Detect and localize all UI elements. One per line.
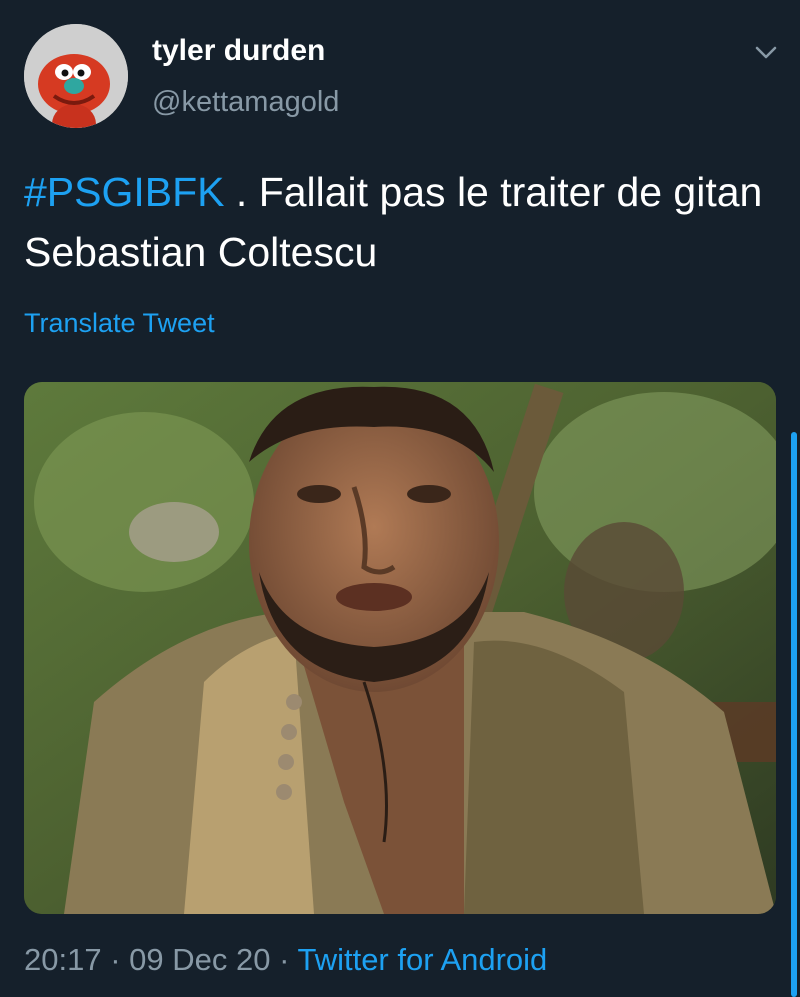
tweet-text: #PSGIBFK . Fallait pas le traiter de git… <box>24 162 784 282</box>
photo-man-bearded-vest-icon <box>24 382 776 914</box>
user-handle[interactable]: @kettamagold <box>152 86 339 119</box>
translate-tweet-link[interactable]: Translate Tweet <box>24 308 215 339</box>
tweet-source-link[interactable]: Twitter for Android <box>297 942 547 977</box>
avatar[interactable] <box>24 24 128 128</box>
meta-separator: · <box>270 942 298 977</box>
tweet-date: 09 Dec 20 <box>129 942 271 977</box>
hashtag-link[interactable]: #PSGIBFK <box>24 169 225 215</box>
meta-separator: · <box>101 942 130 977</box>
tweet-time: 20:17 <box>24 942 102 977</box>
red-muppet-avatar-icon <box>24 24 128 128</box>
tweet-meta: 20:17 · 09 Dec 20 · Twitter for Android <box>24 942 547 978</box>
chevron-down-icon[interactable] <box>748 38 784 68</box>
scroll-indicator[interactable] <box>791 432 797 997</box>
display-name[interactable]: tyler durden <box>152 34 325 68</box>
tweet-detail: tyler durden @kettamagold #PSGIBFK . Fal… <box>0 0 800 997</box>
tweet-media-image[interactable] <box>24 382 776 914</box>
